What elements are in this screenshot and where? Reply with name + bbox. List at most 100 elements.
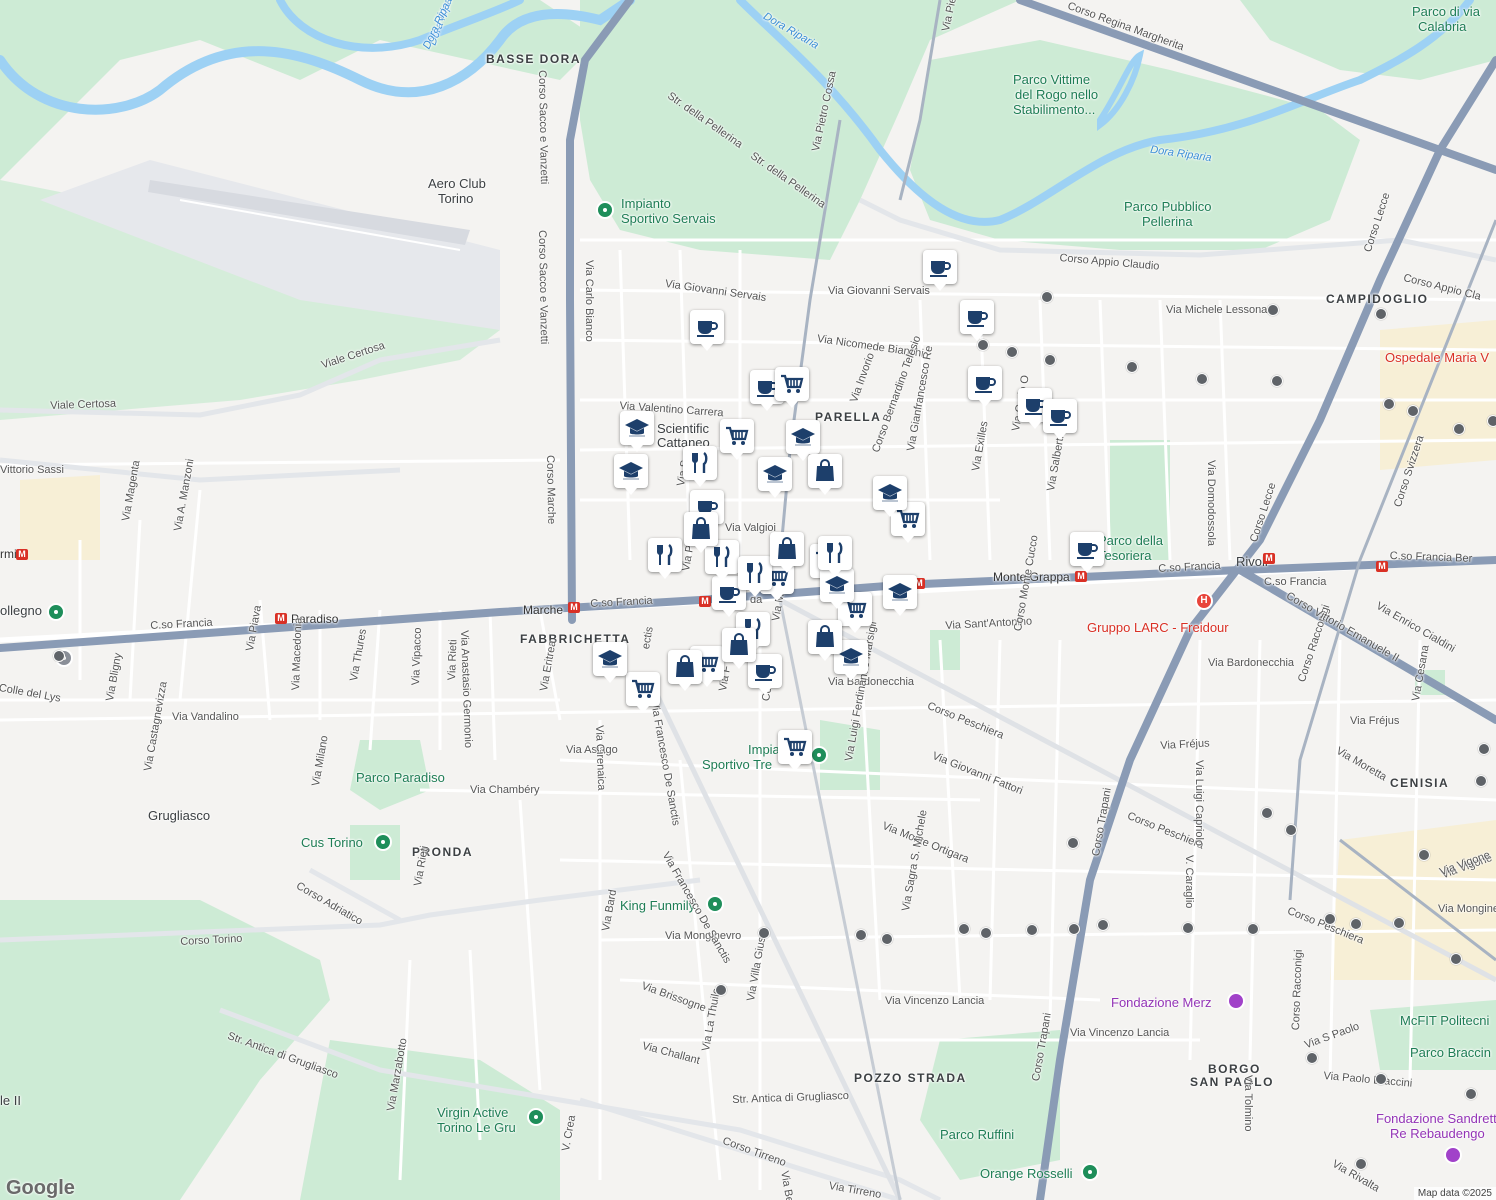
school-marker[interactable] [614, 454, 648, 495]
cafe-marker[interactable] [1043, 399, 1077, 440]
bus-stop-icon[interactable] [1383, 398, 1395, 410]
metro-icon[interactable]: M [1376, 561, 1388, 572]
bus-stop-icon[interactable] [1355, 1158, 1367, 1170]
poi-pin[interactable] [47, 603, 65, 621]
poi-pin[interactable] [527, 1108, 545, 1126]
shopping-cart-marker[interactable] [775, 367, 809, 408]
bus-stop-icon[interactable] [1097, 919, 1109, 931]
museum-pin[interactable] [1444, 1146, 1462, 1164]
bus-stop-icon[interactable] [855, 929, 867, 941]
metro-icon[interactable]: M [275, 613, 287, 624]
bus-stop-icon[interactable] [53, 650, 65, 662]
metro-icon[interactable]: M [568, 602, 580, 613]
cafe-marker[interactable] [968, 366, 1002, 407]
road-label: Vittorio Sassi [0, 464, 64, 476]
cafe-marker[interactable] [1070, 532, 1104, 573]
bus-stop-icon[interactable] [1285, 824, 1297, 836]
cafe-marker[interactable] [690, 310, 724, 351]
shopping-cart-marker[interactable] [720, 419, 754, 460]
museum-pin[interactable] [1227, 992, 1245, 1010]
poi-pin[interactable] [596, 201, 614, 219]
cafe-marker[interactable] [923, 250, 957, 291]
school-marker[interactable] [883, 575, 917, 616]
bus-stop-icon[interactable] [1306, 1052, 1318, 1064]
bus-stop-icon[interactable] [1375, 308, 1387, 320]
shopping-bag-icon [676, 655, 694, 677]
school-marker[interactable] [873, 476, 907, 517]
shopping-cart-marker[interactable] [626, 672, 660, 713]
bus-stop-icon[interactable] [715, 984, 727, 996]
bus-stop-icon[interactable] [1407, 405, 1419, 417]
bus-stop-icon[interactable] [1044, 354, 1056, 366]
coffee-cup-icon [1077, 543, 1098, 559]
bus-stop-icon[interactable] [1375, 1073, 1387, 1085]
bus-stop-icon[interactable] [1041, 291, 1053, 303]
map-attribution[interactable]: Map data ©2025 [1413, 1187, 1496, 1200]
restaurant-marker[interactable] [648, 538, 682, 579]
poi-pin[interactable] [706, 895, 724, 913]
bus-stop-icon[interactable] [1026, 924, 1038, 936]
google-logo: Google [6, 1177, 75, 1199]
shopping-bag-marker[interactable] [684, 512, 718, 553]
bus-stop-icon[interactable] [1465, 1088, 1477, 1100]
road-label: Via Vandalino [172, 711, 239, 723]
metro-icon[interactable]: M [1263, 553, 1275, 564]
cafe-marker[interactable] [960, 300, 994, 341]
hospital-pin[interactable]: H [1195, 592, 1213, 610]
restaurant-marker[interactable] [818, 536, 852, 577]
bus-stop-icon[interactable] [881, 933, 893, 945]
bus-stop-icon[interactable] [1006, 346, 1018, 358]
metro-label: rmi [0, 547, 17, 561]
bus-stop-icon[interactable] [1487, 415, 1496, 427]
bus-stop-icon[interactable] [1261, 807, 1273, 819]
bus-stop-icon[interactable] [1478, 743, 1490, 755]
shopping-bag-marker[interactable] [770, 532, 804, 573]
shopping-bag-marker[interactable] [808, 454, 842, 495]
bus-stop-icon[interactable] [1324, 913, 1336, 925]
school-marker[interactable] [620, 411, 654, 452]
shopping-bag-marker[interactable] [808, 620, 842, 661]
road-label: Via Luigi Capriolo [1193, 760, 1205, 847]
shopping-bag-icon [816, 625, 834, 647]
bus-stop-icon[interactable] [1182, 922, 1194, 934]
metro-icon[interactable]: M [16, 549, 28, 560]
shopping-bag-marker[interactable] [668, 650, 702, 691]
bus-stop-icon[interactable] [1126, 361, 1138, 373]
bus-stop-icon[interactable] [1450, 953, 1462, 965]
bus-stop-icon[interactable] [1067, 837, 1079, 849]
school-marker[interactable] [758, 457, 792, 498]
restaurant-marker[interactable] [738, 556, 772, 597]
district-label: SAN PAOLO [1190, 1075, 1274, 1089]
graduation-cap-icon [878, 484, 902, 502]
shopping-cart-marker[interactable] [778, 730, 812, 771]
bus-stop-icon[interactable] [1418, 849, 1430, 861]
coffee-cup-icon [697, 321, 718, 337]
shopping-bag-marker[interactable] [722, 628, 756, 669]
school-marker[interactable] [593, 642, 627, 683]
bus-stop-icon[interactable] [1475, 775, 1487, 787]
park-label: Parco della [1098, 533, 1164, 548]
bus-stop-icon[interactable] [1196, 373, 1208, 385]
restaurant-marker[interactable] [683, 446, 717, 487]
metro-icon[interactable]: M [699, 596, 711, 607]
school-marker[interactable] [786, 420, 820, 461]
park-label: Calabria [1418, 19, 1467, 34]
park-label: McFIT Politecni [1400, 1013, 1490, 1028]
fork-knife-icon [714, 546, 730, 567]
bus-stop-icon[interactable] [758, 927, 770, 939]
bus-stop-icon[interactable] [1068, 923, 1080, 935]
bus-stop-icon[interactable] [1247, 923, 1259, 935]
bus-stop-icon[interactable] [1393, 917, 1405, 929]
bus-stop-icon[interactable] [1350, 918, 1362, 930]
park-label: Pellerina [1142, 214, 1193, 229]
bus-stop-icon[interactable] [980, 927, 992, 939]
map-canvas[interactable]: BASSE DORA PARELLA CAMPIDOGLIO FABBRICHE… [0, 0, 1496, 1200]
place-label: Gruppo LARC - Freidour [1087, 620, 1229, 635]
bus-stop-icon[interactable] [1453, 423, 1465, 435]
bus-stop-icon[interactable] [1267, 304, 1279, 316]
bus-stop-icon[interactable] [958, 923, 970, 935]
poi-pin[interactable] [374, 833, 392, 851]
poi-pin[interactable] [810, 746, 828, 764]
bus-stop-icon[interactable] [1271, 375, 1283, 387]
poi-pin[interactable] [1081, 1163, 1099, 1181]
